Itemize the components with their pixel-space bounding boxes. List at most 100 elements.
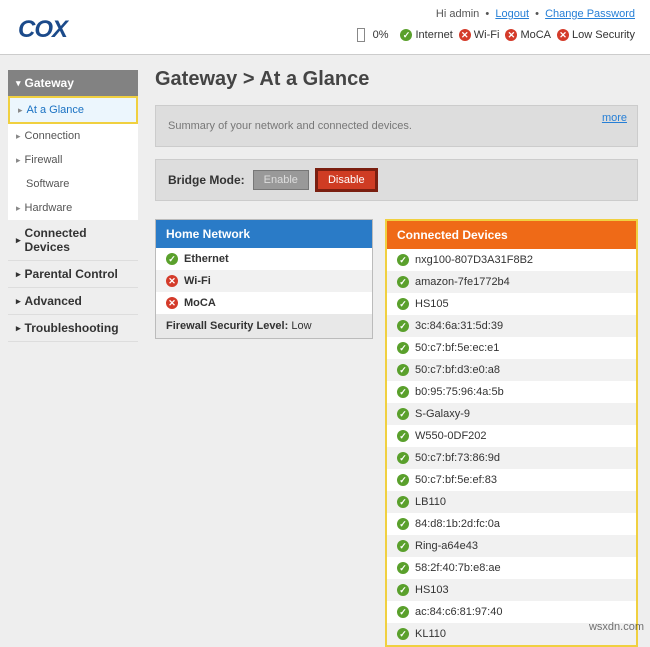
check-circle-icon: ✓ <box>397 452 409 464</box>
connected-device-item[interactable]: ✓ b0:95:75:96:4a:5b <box>387 381 636 403</box>
connected-device-item[interactable]: ✓50:c7:bf:5e:ef:83 <box>387 469 636 491</box>
connected-devices-header: Connected Devices <box>387 221 636 249</box>
home-network-item-label: Wi-Fi <box>184 275 211 287</box>
check-circle-icon: ✓ <box>397 320 409 332</box>
device-name: 50:c7:bf:73:86:9d <box>415 452 500 464</box>
chevron-down-icon: ▾ <box>16 78 21 89</box>
sidebar-item-label: At a Glance <box>27 104 84 116</box>
battery-pct: 0% <box>373 29 389 41</box>
chevron-right-icon: ▸ <box>16 269 21 280</box>
device-name: amazon-7fe1772b4 <box>415 276 510 288</box>
check-circle-icon: ✓ <box>397 254 409 266</box>
check-circle-icon: ✓ <box>397 276 409 288</box>
connected-device-item[interactable]: ✓ 50:c7:bf:73:86:9d <box>387 447 636 469</box>
check-circle-icon: ✓ <box>397 496 409 508</box>
status-label: MoCA <box>520 29 551 41</box>
chevron-right-icon: ▸ <box>16 203 21 214</box>
sidebar-item-label: Troubleshooting <box>25 321 119 335</box>
status-row: 0% ✓Internet✕Wi-Fi✕MoCA✕Low Security <box>357 28 635 42</box>
sidebar-item-label: Parental Control <box>25 267 118 281</box>
device-name: b0:95:75:96:4a:5b <box>415 386 504 398</box>
connected-device-item[interactable]: ✓58:2f:40:7b:e8:ae <box>387 557 636 579</box>
enable-button[interactable]: Enable <box>253 170 309 190</box>
x-circle-icon: ✕ <box>166 275 178 287</box>
chevron-right-icon: ▸ <box>18 105 23 116</box>
connected-device-item[interactable]: ✓84:d8:1b:2d:fc:0a <box>387 513 636 535</box>
change-password-link[interactable]: Change Password <box>545 8 635 20</box>
page-title: Gateway > At a Glance <box>155 68 638 91</box>
sidebar-item-software[interactable]: Software <box>8 172 138 196</box>
sidebar-item-parental-control[interactable]: ▸ Parental Control <box>8 261 138 288</box>
sidebar-item-label: Connected Devices <box>25 226 130 254</box>
x-circle-icon: ✕ <box>505 29 517 41</box>
header: COX Hi admin • Logout • Change Password … <box>0 0 650 55</box>
device-name: HS103 <box>415 584 449 596</box>
status-label: Wi-Fi <box>474 29 500 41</box>
disable-button[interactable]: Disable <box>317 170 376 190</box>
check-circle-icon: ✓ <box>166 253 178 265</box>
device-name: 84:d8:1b:2d:fc:0a <box>415 518 500 530</box>
connected-device-item[interactable]: ✓3c:84:6a:31:5d:39 <box>387 315 636 337</box>
device-name: ac:84:c6:81:97:40 <box>415 606 502 618</box>
watermark: wsxdn.com <box>589 621 644 633</box>
device-name: Ring-a64e43 <box>415 540 478 552</box>
greeting: Hi admin <box>436 8 479 20</box>
home-network-item: ✓ Ethernet <box>156 248 372 270</box>
connected-device-item[interactable]: ✓ amazon-7fe1772b4 <box>387 271 636 293</box>
connected-device-item[interactable]: ✓ S-Galaxy-9 <box>387 403 636 425</box>
nav-gateway[interactable]: ▾ Gateway <box>8 70 138 96</box>
connected-device-item[interactable]: ✓ nxg100-807D3A31F8B2 <box>387 249 636 271</box>
status-label: Low Security <box>572 29 635 41</box>
sidebar-item-label: Connection <box>25 130 81 142</box>
battery-icon <box>357 28 365 42</box>
chevron-right-icon: ▸ <box>16 296 21 307</box>
sidebar-item-label: Software <box>26 178 69 190</box>
connected-device-item[interactable]: ✓ ac:84:c6:81:97:40 <box>387 601 636 623</box>
logo: COX <box>18 16 67 44</box>
home-network-panel: Home Network ✓Ethernet✕Wi-Fi✕MoCA Firewa… <box>155 219 373 339</box>
connected-device-item[interactable]: ✓ Ring-a64e43 <box>387 535 636 557</box>
sidebar-item-at-a-glance[interactable]: ▸ At a Glance <box>8 96 138 124</box>
sidebar-item-label: Advanced <box>25 294 82 308</box>
sidebar-item-connection[interactable]: ▸ Connection <box>8 124 138 148</box>
sidebar-item-hardware[interactable]: ▸Hardware <box>8 196 138 220</box>
check-circle-icon: ✓ <box>397 364 409 376</box>
sidebar-item-firewall[interactable]: ▸Firewall <box>8 148 138 172</box>
connected-device-item[interactable]: ✓50:c7:bf:d3:e0:a8 <box>387 359 636 381</box>
device-name: S-Galaxy-9 <box>415 408 470 420</box>
chevron-right-icon: ▸ <box>16 131 21 142</box>
more-link[interactable]: more <box>602 112 627 124</box>
sidebar-item-troubleshooting[interactable]: ▸ Troubleshooting <box>8 315 138 342</box>
firewall-row: Firewall Security Level: Low <box>156 314 372 338</box>
device-name: LB110 <box>415 496 446 508</box>
chevron-right-icon: ▸ <box>16 323 21 334</box>
status-label: Internet <box>415 29 452 41</box>
summary-box: Summary of your network and connected de… <box>155 105 638 147</box>
check-circle-icon: ✓ <box>397 298 409 310</box>
connected-device-item[interactable]: ✓ HS103 <box>387 579 636 601</box>
check-circle-icon: ✓ <box>397 408 409 420</box>
connected-device-item[interactable]: ✓ LB110 <box>387 491 636 513</box>
connected-device-item[interactable]: ✓W550-0DF202 <box>387 425 636 447</box>
logout-link[interactable]: Logout <box>495 8 529 20</box>
connected-device-item[interactable]: ✓50:c7:bf:5e:ec:e1 <box>387 337 636 359</box>
x-circle-icon: ✕ <box>557 29 569 41</box>
sidebar-item-connected-devices[interactable]: ▸Connected Devices <box>8 220 138 261</box>
check-circle-icon: ✓ <box>397 386 409 398</box>
check-circle-icon: ✓ <box>397 606 409 618</box>
connected-device-item[interactable]: ✓ HS105 <box>387 293 636 315</box>
check-circle-icon: ✓ <box>397 584 409 596</box>
device-name: 50:c7:bf:5e:ef:83 <box>415 474 497 486</box>
check-circle-icon: ✓ <box>400 29 412 41</box>
connected-devices-panel: Connected Devices ✓ nxg100-807D3A31F8B2 ✓ a… <box>385 219 638 647</box>
home-network-item-label: Ethernet <box>184 253 229 265</box>
sidebar-item-advanced[interactable]: ▸ Advanced <box>8 288 138 315</box>
home-network-item: ✕ Wi-Fi <box>156 270 372 292</box>
device-name: HS105 <box>415 298 449 310</box>
device-name: nxg100-807D3A31F8B2 <box>415 254 533 266</box>
sidebar-item-label: Firewall <box>25 154 63 166</box>
main: Gateway > At a Glance Summary of your ne… <box>155 68 638 647</box>
check-circle-icon: ✓ <box>397 540 409 552</box>
top-links: Hi admin • Logout • Change Password <box>436 8 635 20</box>
check-circle-icon: ✓ <box>397 430 409 442</box>
